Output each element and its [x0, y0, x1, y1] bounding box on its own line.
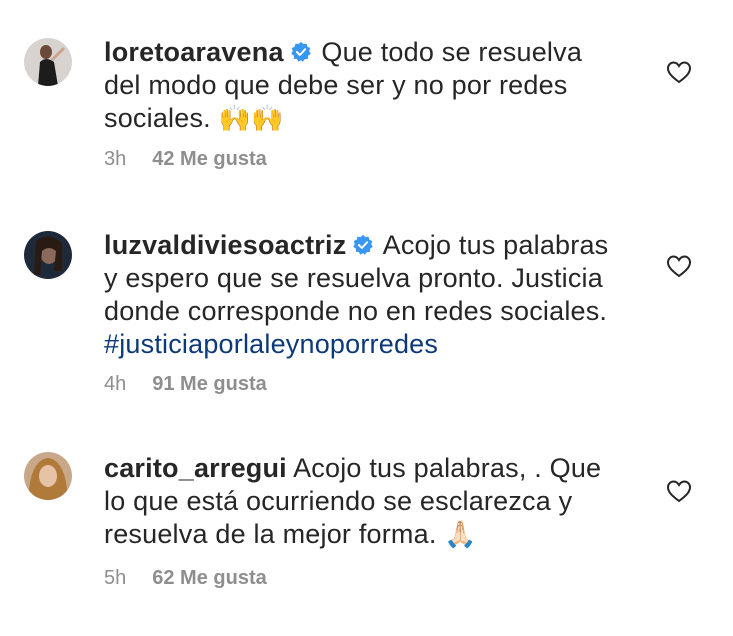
heart-outline-icon[interactable] [666, 479, 692, 503]
username[interactable]: luzvaldiviesoactriz [104, 230, 346, 260]
timestamp: 5h [104, 567, 127, 589]
comment-body: carito_arregui Acojo tus palabras, . Que… [104, 452, 624, 551]
timestamp: 4h [104, 373, 127, 395]
likes-count[interactable]: 91 Me gusta [152, 373, 266, 395]
avatar[interactable] [24, 38, 72, 86]
heart-outline-icon[interactable] [666, 254, 692, 278]
username[interactable]: carito_arregui [104, 453, 287, 483]
raising-hands-emoji: 🙌🙌 [218, 103, 284, 133]
verified-badge-icon [353, 234, 374, 255]
folded-hands-emoji: 🙏🏻 [444, 519, 477, 549]
heart-outline-icon[interactable] [666, 60, 692, 84]
comment-body: luzvaldiviesoactriz Acojo tus palabras y… [104, 229, 624, 361]
timestamp: 3h [104, 148, 127, 170]
likes-count[interactable]: 62 Me gusta [152, 567, 266, 589]
comment-meta: 4h 91 Me gusta [104, 373, 267, 396]
verified-badge-icon [290, 41, 311, 62]
avatar[interactable] [24, 452, 72, 500]
username[interactable]: loretoaravena [104, 37, 284, 67]
likes-count[interactable]: 42 Me gusta [152, 148, 266, 170]
avatar[interactable] [24, 231, 72, 279]
comment-body: loretoaravena Que todo se resuelva del m… [104, 36, 624, 135]
comment-meta: 3h 42 Me gusta [104, 148, 267, 171]
hashtag-link[interactable]: #justiciaporlaleynoporredes [104, 329, 438, 359]
comment-meta: 5h 62 Me gusta [104, 567, 267, 590]
